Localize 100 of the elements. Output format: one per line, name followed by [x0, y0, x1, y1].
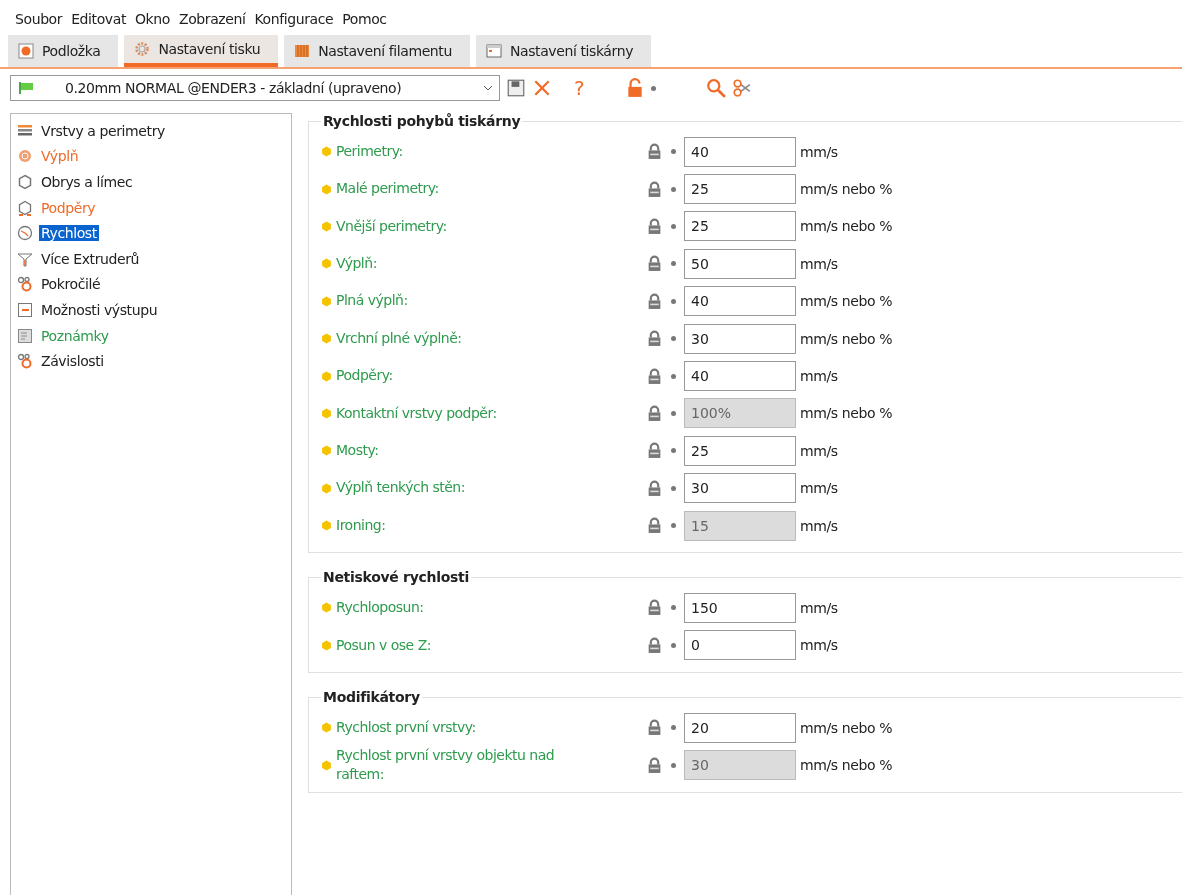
dot-icon [18, 43, 34, 59]
option-label: Výplň: [336, 254, 378, 274]
sidebar-item[interactable]: Více Extruderů [39, 250, 141, 267]
bullet-icon [671, 762, 676, 768]
input-field[interactable]: 25 [684, 174, 796, 205]
tab[interactable]: Nastavení tisku [124, 35, 279, 67]
tab[interactable]: Nastavení filamentu [284, 35, 470, 67]
lock-icon[interactable] [646, 367, 663, 385]
search-icon[interactable] [705, 78, 726, 98]
option-label: Posun v ose Z: [336, 635, 432, 655]
input-field[interactable]: 30 [684, 323, 796, 354]
unit-label: mm/s nebo % [800, 405, 893, 422]
hexagon-icon [321, 183, 332, 195]
hexagon-icon [321, 407, 332, 419]
lock-icon[interactable] [646, 442, 663, 460]
menu-item[interactable]: Zobrazení [178, 11, 246, 33]
lock-icon[interactable] [646, 636, 663, 654]
unit-label: mm/s nebo % [800, 181, 893, 198]
preset-dropdown[interactable]: 0.20mm NORMAL @ENDER3 - základní (upraveno) [10, 75, 500, 101]
lock-icon[interactable] [646, 479, 663, 497]
input-field[interactable]: 40 [684, 286, 796, 317]
option-label: Vrchní plné výplně: [336, 328, 463, 348]
input-field[interactable]: 30 [684, 473, 796, 504]
menu-item[interactable]: Pomoc [342, 11, 387, 33]
sidebar-item[interactable]: Rychlost [39, 225, 99, 242]
lock-icon[interactable] [646, 517, 663, 535]
bullet-icon [671, 605, 676, 611]
option-label: Rychlost první vrstvy: [336, 717, 477, 737]
input-field[interactable]: 0 [684, 630, 796, 661]
bullet-icon [671, 523, 676, 529]
gears-icon [17, 353, 33, 370]
sidebar-item[interactable]: Obrys a límec [39, 174, 135, 190]
tab[interactable]: Nastavení tiskárny [475, 35, 651, 67]
bullet-icon [671, 448, 676, 454]
unit-label: mm/s [800, 442, 838, 459]
option-label: Podpěry: [336, 366, 394, 386]
lock-icon[interactable] [646, 719, 663, 737]
bullet-icon [671, 298, 676, 304]
input-field[interactable]: 20 [684, 712, 796, 743]
hexagon-icon [321, 258, 332, 270]
funnel-icon [17, 250, 33, 267]
lock-icon[interactable] [646, 756, 663, 774]
unit-label: mm/s nebo % [800, 330, 893, 347]
lock-icon[interactable] [646, 292, 663, 310]
clock-icon [17, 225, 33, 242]
input-field[interactable]: 40 [684, 136, 796, 167]
tab[interactable]: Podložka [8, 35, 119, 67]
lock-icon[interactable] [646, 599, 663, 617]
lock-icon[interactable] [646, 330, 663, 348]
input-field[interactable]: 25 [684, 211, 796, 242]
input-field[interactable]: 25 [684, 435, 796, 466]
hexagon-icon [321, 759, 332, 771]
support-icon [17, 199, 33, 216]
menu-item[interactable]: Editovat [71, 11, 126, 33]
hexagon-icon [321, 370, 332, 382]
bullet-icon [671, 261, 676, 267]
input-field[interactable]: 50 [684, 248, 796, 279]
input-field[interactable]: 150 [684, 593, 796, 623]
caret-icon [483, 85, 493, 91]
unit-label: mm/s [800, 600, 838, 616]
hexagon-icon [321, 520, 332, 532]
bullet-icon [671, 186, 676, 192]
hexagon-icon [321, 722, 332, 734]
menu-item[interactable]: Konfigurace [254, 11, 334, 33]
output-icon [17, 301, 33, 318]
option-label: Rychlost první vrstvy objektu nad raftem: [336, 745, 556, 785]
sidebar-item[interactable]: Pokročilé [39, 276, 103, 293]
hexagon-icon [321, 333, 332, 345]
lock-icon[interactable] [646, 404, 663, 422]
infill-icon [17, 148, 33, 165]
sidebar-item[interactable]: Možnosti výstupu [39, 301, 160, 318]
gear-icon [134, 41, 151, 57]
option-label: Vnější perimetry: [336, 216, 448, 236]
menu-item[interactable]: Soubor [15, 11, 63, 33]
window-icon [485, 43, 502, 59]
option-label: Ironing: [336, 515, 387, 535]
input-field[interactable]: 40 [684, 361, 796, 392]
layers-icon [17, 122, 33, 139]
lock-icon[interactable] [646, 143, 663, 161]
option-label: Kontaktní vrstvy podpěr: [336, 403, 498, 423]
group-title: Rychlosti pohybů tiskárny [322, 113, 522, 129]
sidebar-item[interactable]: Závislosti [39, 353, 106, 370]
lock-icon[interactable] [646, 180, 663, 198]
bullet-icon [671, 485, 676, 491]
save-icon[interactable] [506, 78, 526, 98]
sidebar-item[interactable]: Vrstvy a perimetry [39, 122, 167, 139]
unit-label: mm/s [800, 255, 838, 272]
hexagon-icon [321, 445, 332, 457]
option-label: Výplň tenkých stěn: [336, 478, 466, 498]
scissors-icon[interactable] [731, 78, 752, 98]
bullet-icon [671, 725, 676, 731]
menu-item[interactable]: Okno [135, 11, 170, 33]
hexagon-icon [321, 602, 332, 614]
lock-icon[interactable] [646, 217, 663, 235]
unit-label: mm/s [800, 143, 838, 160]
close-icon[interactable] [532, 78, 552, 98]
bullet-icon [671, 223, 676, 229]
sidebar-item[interactable]: Poznámky [39, 327, 111, 344]
lock-icon[interactable] [646, 255, 663, 273]
hexagon-icon [321, 482, 332, 494]
